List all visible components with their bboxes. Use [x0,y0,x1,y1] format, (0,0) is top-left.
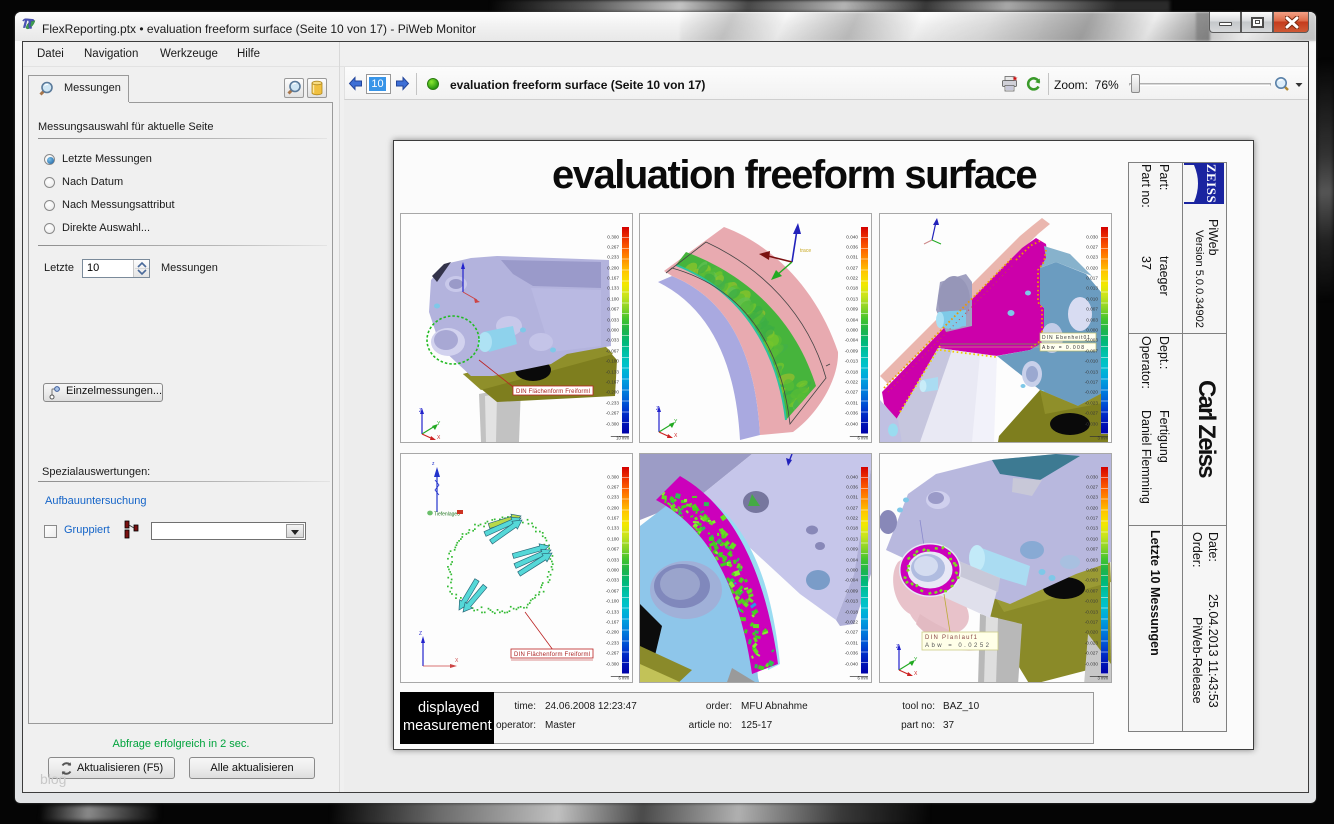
svg-text:DIN Flächenform Freiforml: DIN Flächenform Freiforml [516,389,590,395]
svg-text:Y: Y [914,657,918,663]
svg-text:trace: trace [800,248,811,254]
svg-text:ZEISS: ZEISS [1204,164,1219,203]
svg-text:Y: Y [674,419,678,425]
svg-text:z: z [432,461,435,467]
svg-text:DIN Planlauf1: DIN Planlauf1 [925,635,978,641]
svg-text:Z: Z [896,644,899,650]
svg-text:Tiefenlage3: Tiefenlage3 [434,512,460,518]
svg-text:X: X [914,671,918,676]
svg-text:Z: Z [419,631,422,637]
svg-text:X: X [455,658,459,664]
svg-text:X: X [674,433,678,438]
svg-text:Y: Y [437,421,441,427]
svg-text:Z: Z [419,408,422,414]
svg-text:X: X [437,435,441,440]
svg-text:Z: Z [656,406,659,412]
svg-text:Abw = 0.0252: Abw = 0.0252 [925,643,990,649]
svg-text:DIN Flächenform Freiforml: DIN Flächenform Freiforml [514,652,590,658]
